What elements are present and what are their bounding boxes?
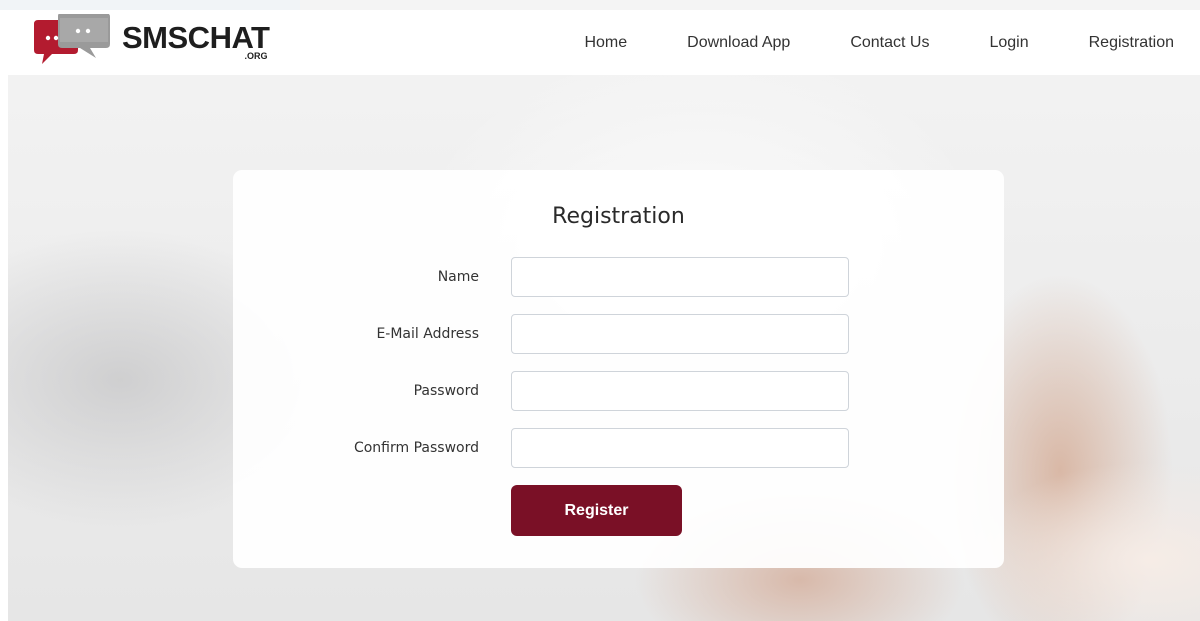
confirm-password-input[interactable] (511, 428, 849, 468)
main-nav: Home Download App Contact Us Login Regis… (584, 10, 1174, 75)
nav-registration[interactable]: Registration (1089, 34, 1174, 52)
nav-login[interactable]: Login (989, 34, 1028, 52)
logo-suffix: .ORG (244, 51, 268, 61)
password-input[interactable] (511, 371, 849, 411)
chat-bubbles-icon (34, 14, 110, 64)
form-title: Registration (552, 204, 685, 229)
logo-wordmark: SMSCHAT .ORG (122, 20, 270, 64)
email-input[interactable] (511, 314, 849, 354)
email-label: E-Mail Address (376, 326, 479, 342)
name-input[interactable] (511, 257, 849, 297)
site-logo[interactable]: SMSCHAT .ORG (30, 14, 290, 70)
top-left-corner (0, 0, 300, 10)
password-label: Password (413, 383, 479, 399)
name-label: Name (437, 269, 479, 285)
nav-download-app[interactable]: Download App (687, 34, 790, 52)
nav-home[interactable]: Home (584, 34, 627, 52)
register-button[interactable]: Register (511, 485, 682, 536)
confirm-password-label: Confirm Password (353, 440, 479, 456)
email-row: E-Mail Address (233, 314, 1004, 354)
nav-contact-us[interactable]: Contact Us (850, 34, 929, 52)
password-row: Password (233, 371, 1004, 411)
registration-card: Registration Name E-Mail Address Passwor… (233, 170, 1004, 568)
confirm-password-row: Confirm Password (233, 428, 1004, 468)
left-edge-strip (0, 0, 8, 621)
name-row: Name (233, 257, 1004, 297)
site-header: SMSCHAT .ORG Home Download App Contact U… (8, 10, 1200, 75)
